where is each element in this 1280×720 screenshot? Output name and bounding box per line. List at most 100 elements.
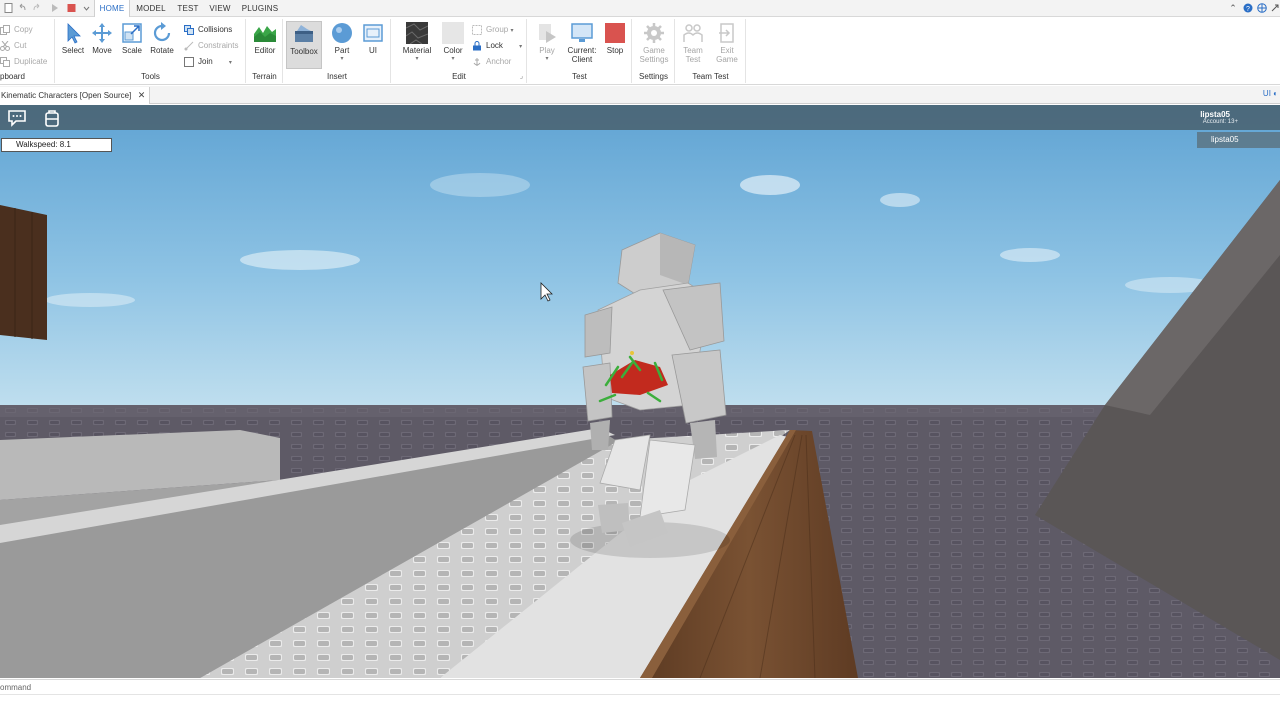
- cloud: [430, 173, 530, 197]
- undo-icon[interactable]: [18, 3, 27, 13]
- tab-home[interactable]: HOME: [94, 0, 130, 18]
- chevron-down-icon[interactable]: ▾: [400, 55, 434, 62]
- constraints-icon: [184, 41, 194, 51]
- redo-icon[interactable]: [32, 3, 41, 13]
- group-label: Group: [486, 25, 509, 34]
- cloud: [880, 193, 920, 207]
- scene-render: [0, 105, 1280, 678]
- game-viewport[interactable]: lipsta05 Account: 13+ lipsta05 Walkspeed…: [0, 105, 1280, 678]
- insert-group-label: Insert: [326, 72, 347, 81]
- chevron-down-icon[interactable]: ▾: [530, 55, 564, 62]
- stop-button[interactable]: Stop: [598, 21, 632, 55]
- anchor-button[interactable]: Anchor: [472, 55, 511, 69]
- edit-group-label: Edit: [452, 72, 466, 81]
- game-label: Game: [643, 46, 665, 55]
- join-toggle[interactable]: Join ▾: [184, 55, 232, 69]
- ui-label: UI: [369, 46, 377, 55]
- cloud: [1000, 248, 1060, 262]
- settings-group: Game Settings Settings: [633, 19, 675, 83]
- rotate-label: Rotate: [150, 46, 174, 55]
- command-label: ommand: [0, 683, 32, 692]
- copy-label: Copy: [14, 25, 33, 34]
- constraints-toggle[interactable]: Constraints: [184, 39, 238, 53]
- help-icon[interactable]: ?: [1243, 3, 1253, 13]
- tab-view[interactable]: VIEW: [208, 0, 232, 17]
- collisions-label: Collisions: [198, 25, 233, 34]
- part-button[interactable]: Part ▾: [325, 21, 359, 62]
- exit-game-button[interactable]: Exit Game: [710, 21, 744, 64]
- lock-button[interactable]: Lock ▾: [472, 39, 522, 53]
- lock-icon: [472, 41, 482, 51]
- play-icon[interactable]: [50, 3, 59, 13]
- duplicate-button[interactable]: Duplicate: [0, 55, 47, 69]
- cut-label: Cut: [14, 41, 27, 50]
- tab-test[interactable]: TEST: [175, 0, 201, 17]
- play-button[interactable]: Play ▾: [530, 21, 564, 62]
- rotate-icon: [153, 22, 171, 42]
- chat-icon[interactable]: [7, 108, 27, 128]
- brown-wall: [0, 205, 47, 340]
- chevron-down-icon[interactable]: ▾: [229, 60, 232, 66]
- chevron-down-icon[interactable]: ▾: [436, 55, 470, 62]
- collisions-toggle[interactable]: Collisions: [184, 23, 232, 37]
- color-swatch-icon: [442, 22, 464, 44]
- player-list-entry[interactable]: lipsta05: [1197, 132, 1280, 148]
- tab-plugins[interactable]: PLUGINS: [240, 0, 280, 17]
- share-icon[interactable]: [1270, 3, 1280, 13]
- settings-label: Settings: [639, 55, 669, 64]
- material-icon: [406, 22, 428, 44]
- file-icon[interactable]: [4, 3, 13, 13]
- tab-model[interactable]: MODEL: [135, 0, 167, 17]
- current-client-button[interactable]: Current: Client: [564, 21, 600, 64]
- ribbon-toolbar: Copy Cut Duplicate pboard Select Move Sc…: [0, 17, 1280, 85]
- close-icon[interactable]: ✕: [138, 87, 146, 104]
- document-tab[interactable]: Kinematic Characters [Open Source] ✕: [0, 87, 151, 104]
- rotate-button[interactable]: Rotate: [145, 21, 179, 55]
- move-button[interactable]: Move: [85, 21, 119, 55]
- game-settings-button[interactable]: Game Settings: [637, 21, 671, 64]
- ui-toggle-button[interactable]: UI ◐: [1263, 89, 1278, 98]
- cloud: [45, 293, 135, 307]
- copy-button[interactable]: Copy: [0, 23, 33, 37]
- document-tabs: Kinematic Characters [Open Source] ✕ UI …: [0, 86, 1280, 104]
- client-label: Client: [571, 55, 593, 64]
- constraints-label: Constraints: [198, 41, 239, 50]
- color-button[interactable]: Color ▾: [436, 21, 470, 62]
- cloud: [240, 250, 360, 270]
- settings-group-label: Settings: [639, 72, 668, 81]
- select-label: Select: [61, 46, 85, 55]
- collisions-icon: [184, 25, 194, 35]
- terrain-editor-button[interactable]: Editor: [248, 21, 282, 55]
- scale-button[interactable]: Scale: [115, 21, 149, 55]
- chevron-down-icon[interactable]: ▾: [519, 44, 522, 50]
- stop-icon[interactable]: [67, 3, 76, 13]
- walkspeed-box: Walkspeed: 8.1: [1, 138, 112, 152]
- command-input[interactable]: [40, 681, 1270, 694]
- chevron-down-icon[interactable]: ▾: [510, 28, 513, 34]
- part-sphere-icon: [332, 23, 352, 43]
- group-button[interactable]: Group ▾: [472, 23, 513, 37]
- backpack-icon[interactable]: [42, 108, 62, 128]
- join-label: Join: [198, 57, 213, 66]
- insert-group: Toolbox Part ▾ UI Insert: [284, 19, 391, 83]
- team-test-group: Team Test Exit Game Team Test: [676, 19, 746, 83]
- chevron-down-icon[interactable]: ▾: [325, 55, 359, 62]
- globe-icon[interactable]: [1257, 3, 1267, 13]
- ui-button[interactable]: UI: [356, 21, 390, 55]
- material-button[interactable]: Material ▾: [400, 21, 434, 62]
- cut-button[interactable]: Cut: [0, 39, 26, 53]
- chevron-down-icon[interactable]: [82, 3, 91, 13]
- document-tab-title: Kinematic Characters [Open Source]: [1, 91, 132, 100]
- terrain-icon: [254, 26, 276, 42]
- toolbox-button[interactable]: Toolbox: [286, 21, 322, 69]
- command-bar: ommand: [0, 679, 1280, 695]
- toolbox-icon: [295, 25, 313, 42]
- player-name: lipsta05: [1211, 135, 1239, 144]
- toolbox-label: Toolbox: [290, 47, 318, 56]
- team-test-button[interactable]: Team Test: [676, 21, 710, 64]
- tools-group: Select Move Scale Rotate Collisions Cons…: [56, 19, 246, 83]
- current-label: Current:: [567, 46, 597, 55]
- minimize-ribbon-icon[interactable]: ⌃: [1228, 3, 1238, 13]
- team-test-label: Test: [685, 55, 701, 64]
- walkspeed-label: Walkspeed: 8.1: [16, 140, 71, 149]
